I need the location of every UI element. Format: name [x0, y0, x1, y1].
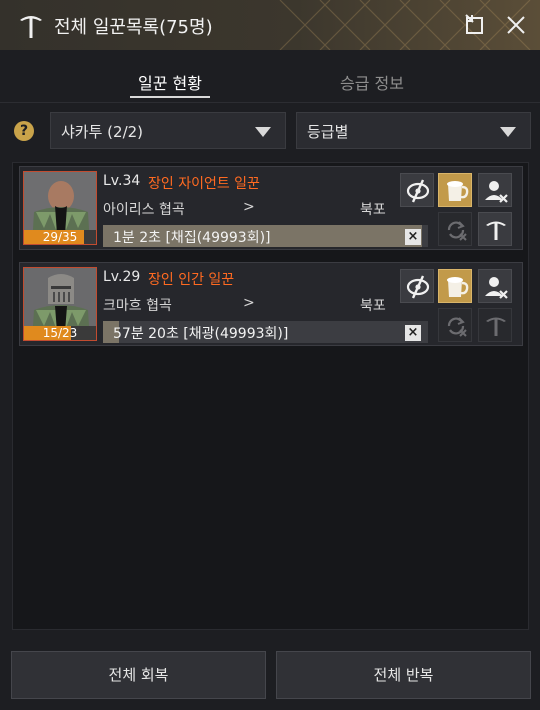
beer-button[interactable] — [438, 269, 472, 303]
worker-level: Lv.34 — [103, 173, 141, 189]
worker-destination: 북포 — [360, 298, 386, 314]
user-remove-icon — [485, 181, 508, 203]
worker-origin: 크마흐 협곡 — [103, 298, 172, 314]
dismiss-worker-button[interactable] — [478, 269, 512, 303]
tab-promotion-info[interactable]: 승급 정보 — [340, 70, 404, 94]
active-tab-indicator — [130, 96, 210, 98]
stamina-bar: 29/35 — [24, 230, 96, 244]
worker-card[interactable]: 15/23 Lv.29 장인 인간 일꾼 크마흐 협곡 > 북포 57분 20초… — [19, 262, 523, 346]
tab-worker-status[interactable]: 일꾼 현황 — [138, 70, 202, 94]
pickaxe-icon — [486, 221, 506, 240]
cancel-task-button[interactable]: × — [405, 229, 421, 245]
stamina-text: 29/35 — [42, 230, 78, 244]
worker-portrait: 15/23 — [23, 267, 97, 341]
popout-icon[interactable] — [462, 12, 488, 38]
worker-destination: 북포 — [360, 202, 386, 218]
beer-mug-icon — [447, 277, 469, 297]
pickaxe-icon — [20, 16, 42, 38]
tab-bar: 일꾼 현황 승급 정보 — [0, 50, 540, 103]
stamina-bar: 15/23 — [24, 326, 96, 340]
worker-name: 장인 자이언트 일꾼 — [148, 176, 260, 192]
eye-slash-icon — [406, 179, 430, 203]
chevron-down-icon — [500, 127, 516, 137]
eye-slash-icon — [406, 275, 430, 299]
hide-button[interactable] — [400, 269, 434, 303]
title-bar[interactable]: 전체 일꾼목록(75명) — [0, 0, 540, 50]
task-progress-bar: 57분 20초 [채광(49993회)] — [103, 321, 428, 343]
help-icon[interactable]: ? — [14, 121, 34, 141]
dismiss-worker-button[interactable] — [478, 173, 512, 207]
sort-dropdown-value: 등급별 — [307, 123, 349, 141]
worker-level: Lv.29 — [103, 269, 141, 285]
town-dropdown-value: 샤카투 (2/2) — [61, 123, 144, 141]
work-button[interactable] — [478, 308, 512, 342]
recover-all-button[interactable]: 전체 회복 — [11, 651, 266, 699]
stamina-text: 15/23 — [42, 326, 78, 340]
route-arrow: > — [243, 199, 255, 215]
town-dropdown[interactable]: 샤카투 (2/2) — [50, 112, 286, 149]
pickaxe-icon — [486, 317, 506, 336]
task-text: 57분 20초 [채광(49993회)] — [113, 326, 289, 342]
worker-list-window: 전체 일꾼목록(75명) 일꾼 현황 승급 정보 ? 샤카투 (2/2) 등급별 — [0, 0, 540, 710]
window-title: 전체 일꾼목록(75명) — [54, 17, 213, 38]
close-icon[interactable] — [503, 12, 529, 38]
beer-button[interactable] — [438, 173, 472, 207]
worker-origin: 아이리스 협곡 — [103, 202, 185, 218]
user-remove-icon — [485, 277, 508, 299]
repeat-all-button[interactable]: 전체 반복 — [276, 651, 531, 699]
hide-button[interactable] — [400, 173, 434, 207]
work-button[interactable] — [478, 212, 512, 246]
worker-card[interactable]: 29/35 Lv.34 장인 자이언트 일꾼 아이리스 협곡 > 북포 1분 2… — [19, 166, 523, 250]
worker-portrait: 29/35 — [23, 171, 97, 245]
worker-list[interactable]: 29/35 Lv.34 장인 자이언트 일꾼 아이리스 협곡 > 북포 1분 2… — [12, 162, 529, 630]
repeat-button[interactable] — [438, 308, 472, 342]
task-progress-bar: 1분 2초 [채집(49993회)] — [103, 225, 428, 247]
sort-dropdown[interactable]: 등급별 — [296, 112, 531, 149]
cancel-task-button[interactable]: × — [405, 325, 421, 341]
worker-name: 장인 인간 일꾼 — [148, 272, 235, 288]
task-text: 1분 2초 [채집(49993회)] — [113, 230, 271, 246]
title-pattern — [279, 0, 531, 50]
repeat-button[interactable] — [438, 212, 472, 246]
repeat-icon — [447, 221, 467, 241]
route-arrow: > — [243, 295, 255, 311]
beer-mug-icon — [447, 181, 469, 201]
chevron-down-icon — [255, 127, 271, 137]
repeat-icon — [447, 317, 467, 337]
